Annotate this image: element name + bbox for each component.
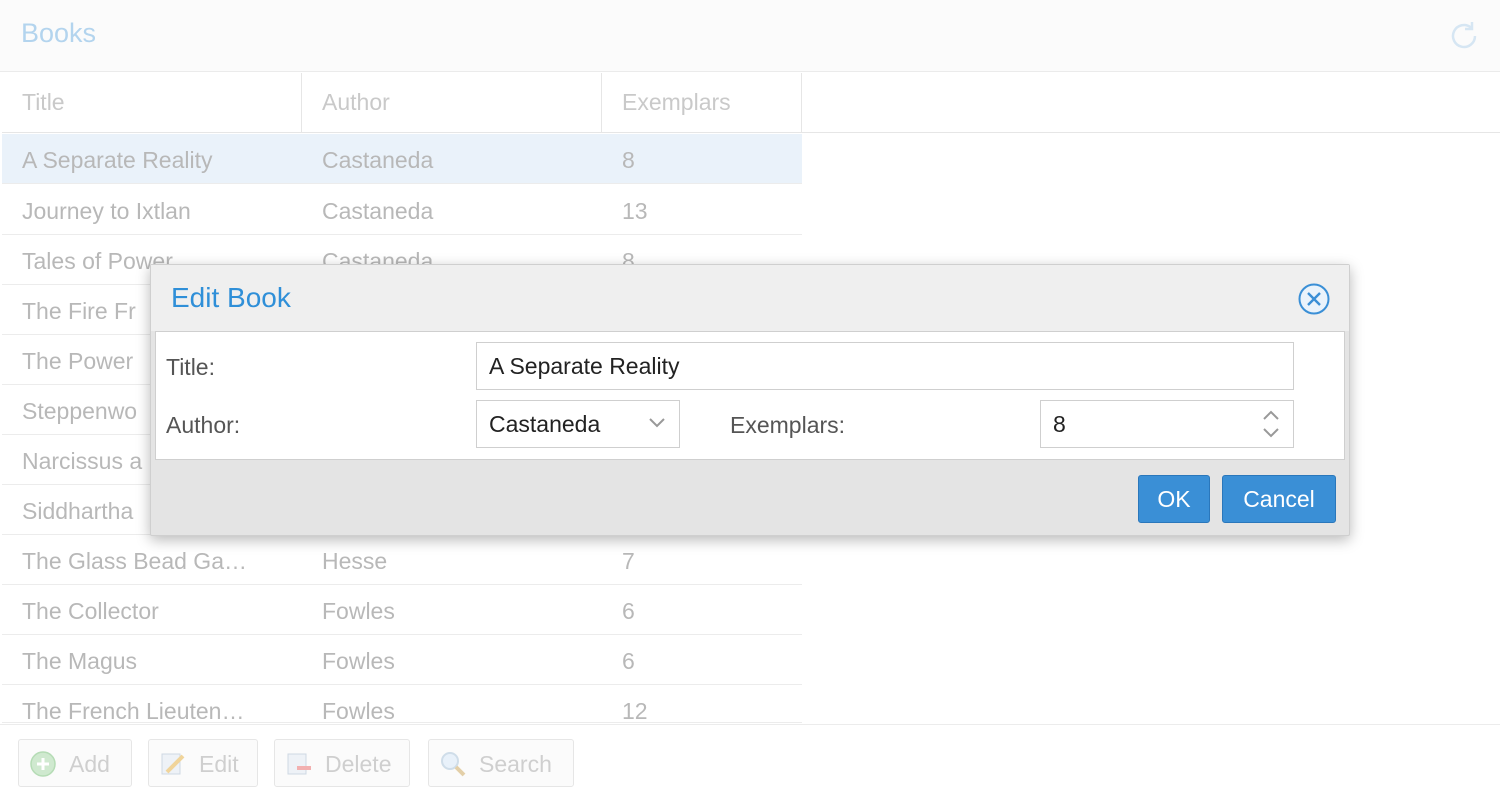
title-label: Title: — [166, 354, 215, 380]
bottom-toolbar: Add Edit Delete Search — [0, 724, 1500, 800]
author-label: Author: — [166, 412, 241, 438]
cell-exemplars: 8 — [622, 147, 635, 173]
dialog-footer: OK Cancel — [151, 461, 1349, 535]
cell-exemplars: 6 — [622, 598, 635, 624]
exemplars-value: 8 — [1053, 411, 1066, 437]
table-row[interactable]: The Magus Fowles 6 — [2, 635, 802, 685]
window-titlebar: Books — [0, 0, 1500, 72]
cell-title: The Collector — [22, 598, 159, 624]
edit-icon — [161, 753, 185, 775]
delete-button[interactable]: Delete — [274, 739, 410, 787]
cell-title: The Magus — [22, 648, 138, 674]
cell-title: The Glass Bead Ga… — [22, 548, 247, 574]
exemplars-label: Exemplars: — [730, 412, 846, 438]
cell-author: Fowles — [322, 648, 395, 674]
edit-button[interactable]: Edit — [148, 739, 258, 787]
cell-author: Castaneda — [322, 198, 434, 224]
close-icon[interactable] — [1297, 282, 1331, 316]
cell-exemplars: 12 — [622, 698, 648, 723]
add-icon — [30, 751, 56, 777]
table-row[interactable]: The Glass Bead Ga… Hesse 7 — [2, 535, 802, 585]
cell-title: Journey to Ixtlan — [22, 198, 191, 224]
dialog-header: Edit Book — [151, 265, 1349, 331]
table-row[interactable]: The Collector Fowles 6 — [2, 585, 802, 635]
author-select[interactable]: Castaneda — [476, 400, 680, 448]
add-label: Add — [69, 751, 110, 777]
cell-title: The French Lieuten… — [22, 698, 245, 723]
column-header-exemplars[interactable]: Exemplars — [602, 73, 802, 133]
delete-icon — [287, 753, 311, 775]
search-button[interactable]: Search — [428, 739, 574, 787]
ok-button[interactable]: OK — [1138, 475, 1210, 523]
cell-author: Hesse — [322, 548, 388, 574]
dialog-title: Edit Book — [171, 282, 291, 313]
column-header-author[interactable]: Author — [302, 73, 602, 133]
delete-label: Delete — [325, 751, 392, 777]
cell-author: Fowles — [322, 698, 395, 723]
author-select-value: Castaneda — [489, 411, 601, 437]
edit-label: Edit — [199, 751, 239, 777]
search-icon — [441, 752, 466, 777]
add-button[interactable]: Add — [18, 739, 132, 787]
refresh-icon[interactable] — [1446, 18, 1482, 54]
edit-book-dialog: Edit Book Title: A Separate Reality Auth… — [150, 264, 1350, 536]
cell-title: A Separate Reality — [22, 147, 213, 173]
search-label: Search — [479, 751, 552, 777]
table-row[interactable]: A Separate Reality Castaneda 8 — [2, 134, 802, 184]
cell-exemplars: 13 — [622, 198, 648, 224]
cell-exemplars: 6 — [622, 648, 635, 674]
cancel-button[interactable]: Cancel — [1222, 475, 1336, 523]
dialog-form: Title: A Separate Reality Author: Castan… — [155, 331, 1345, 460]
window-title: Books — [21, 18, 97, 48]
table-row[interactable]: The French Lieuten… Fowles 12 — [2, 685, 802, 723]
cell-exemplars: 7 — [622, 548, 635, 574]
chevron-down-icon — [649, 418, 665, 428]
cell-author: Castaneda — [322, 147, 434, 173]
stepper-arrows-icon[interactable] — [1261, 407, 1281, 441]
table-row[interactable]: Journey to Ixtlan Castaneda 13 — [2, 185, 802, 235]
title-field[interactable]: A Separate Reality — [476, 342, 1294, 390]
grid-header: Title Author Exemplars — [2, 73, 1500, 133]
exemplars-stepper[interactable]: 8 — [1040, 400, 1294, 448]
column-header-title[interactable]: Title — [2, 73, 302, 133]
cell-author: Fowles — [322, 598, 395, 624]
